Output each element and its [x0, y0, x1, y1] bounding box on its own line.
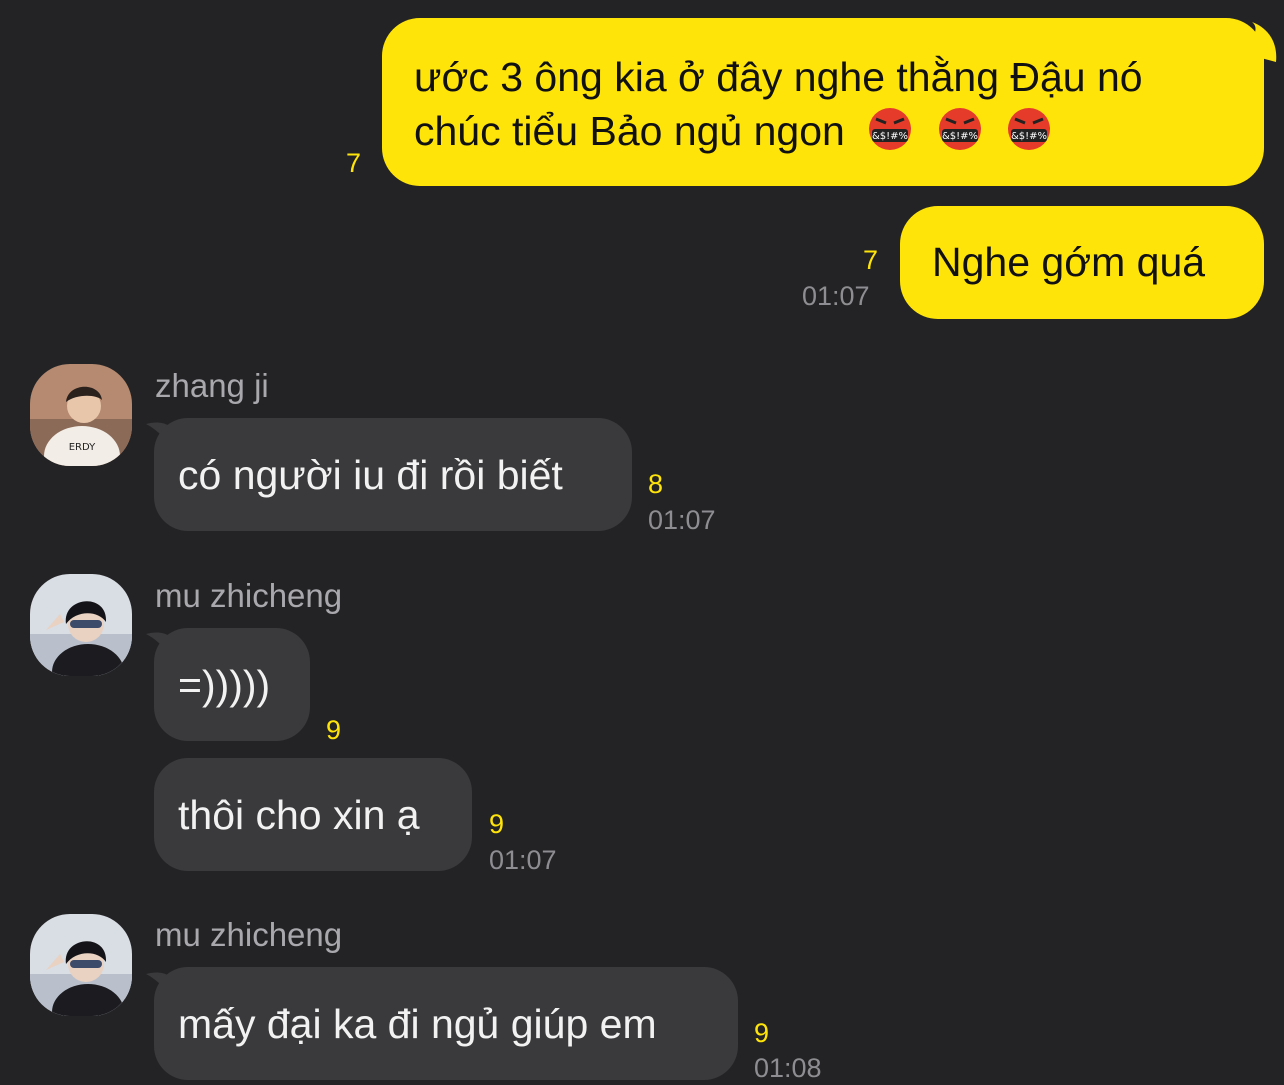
svg-text:ERDY: ERDY — [69, 442, 96, 453]
message-text: Nghe gớm quá — [932, 239, 1206, 285]
avatar[interactable]: ERDY — [30, 364, 132, 466]
message-line: ước 3 ông kia ở đây nghe thằng Đậu nó — [414, 54, 1143, 100]
unread-count: 9 — [326, 715, 342, 745]
unread-count: 7 — [346, 148, 362, 178]
sender-name: mu zhicheng — [155, 916, 343, 953]
sender-name: zhang ji — [155, 367, 269, 404]
outgoing-message-1: ước 3 ông kia ở đây nghe thằng Đậu nó ch… — [382, 18, 1277, 186]
message-text: thôi cho xin ạ — [178, 791, 420, 838]
avatar[interactable] — [30, 574, 132, 676]
face-with-symbols-on-mouth-icon: &$!#% — [869, 108, 912, 150]
unread-count: 7 — [863, 245, 879, 275]
svg-text:&$!#%: &$!#% — [942, 131, 978, 142]
avatar[interactable] — [30, 914, 132, 1016]
unread-count: 9 — [489, 809, 505, 839]
face-with-symbols-on-mouth-icon: &$!#% — [1008, 108, 1051, 150]
timestamp: 01:08 — [754, 1053, 822, 1083]
incoming-bubble[interactable]: có người iu đi rồi biết — [154, 418, 632, 531]
unread-count: 8 — [648, 469, 664, 499]
svg-text:&$!#%: &$!#% — [872, 131, 908, 142]
face-with-symbols-on-mouth-icon: &$!#% — [938, 108, 981, 150]
unread-count: 9 — [754, 1018, 770, 1048]
timestamp: 01:07 — [648, 505, 716, 535]
svg-text:&$!#%: &$!#% — [1011, 131, 1047, 142]
timestamp: 01:07 — [802, 281, 870, 311]
sender-name: mu zhicheng — [155, 577, 343, 614]
outgoing-bubble[interactable]: ước 3 ông kia ở đây nghe thằng Đậu nó ch… — [382, 18, 1264, 186]
incoming-bubble[interactable]: =))))) — [154, 628, 310, 741]
message-line: chúc tiểu Bảo ngủ ngon &$!#% &$!#% &$!#% — [414, 104, 1232, 158]
incoming-bubble[interactable]: thôi cho xin ạ — [154, 758, 472, 871]
message-text: mấy đại ka đi ngủ giúp em — [178, 1000, 657, 1047]
message-text: =))))) — [178, 661, 271, 708]
outgoing-bubble[interactable]: Nghe gớm quá — [900, 206, 1264, 319]
timestamp: 01:07 — [489, 845, 557, 875]
message-text: có người iu đi rồi biết — [178, 451, 563, 498]
incoming-bubble[interactable]: mấy đại ka đi ngủ giúp em — [154, 967, 738, 1080]
